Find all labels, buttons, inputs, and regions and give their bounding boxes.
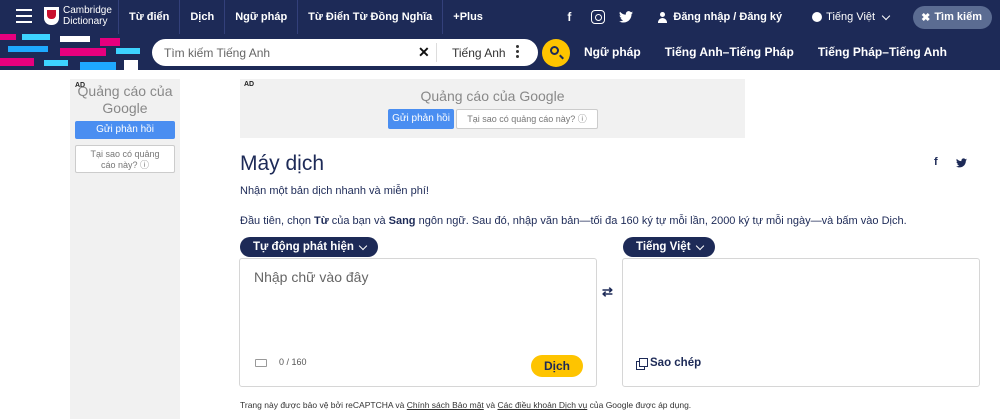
twitter-icon[interactable]: [619, 11, 634, 23]
share-facebook-icon[interactable]: f: [934, 156, 938, 168]
top-navbar: Cambridge Dictionary Từ điển Dịch Ngữ ph…: [0, 0, 1000, 34]
search-bar-area: ✕ Tiếng Anh Ngữ pháp Tiếng Anh–Tiếng Phá…: [0, 34, 1000, 70]
ad-why-button[interactable]: Tại sao có quảng cáo này? ⓘ: [456, 109, 598, 129]
nav-plus[interactable]: +Plus: [442, 0, 493, 34]
top-ad-panel: AD Quảng cáo của Google Gửi phản hồi Tại…: [240, 79, 745, 138]
page-title: Máy dịch: [240, 152, 325, 175]
clear-search-icon[interactable]: ✕: [418, 44, 430, 61]
ad-why-button[interactable]: Tại sao có quảng cáo này? ⓘ: [75, 145, 175, 173]
language-selector[interactable]: Tiếng Việt: [812, 11, 891, 23]
source-text-input[interactable]: [240, 259, 596, 339]
link-grammar[interactable]: Ngữ pháp: [584, 45, 641, 59]
ad-feedback-button[interactable]: Gửi phản hồi: [75, 121, 175, 139]
decorative-pattern: [0, 34, 150, 70]
translation-output-panel: Sao chép: [622, 258, 980, 387]
crest-icon: [44, 7, 59, 25]
keyboard-icon[interactable]: [255, 359, 267, 367]
recaptcha-notice: Trang này được bảo vệ bởi reCAPTCHA và C…: [240, 400, 692, 410]
chevron-down-icon: [358, 241, 368, 250]
search-icon: [550, 46, 559, 55]
nav-thesaurus[interactable]: Từ Điển Từ Đồng Nghĩa: [297, 0, 442, 34]
link-french-english[interactable]: Tiếng Pháp–Tiếng Anh: [818, 45, 947, 59]
nav-dictionary[interactable]: Từ điển: [118, 0, 179, 34]
chevron-down-icon: [695, 241, 704, 250]
nav-grammar[interactable]: Ngữ pháp: [224, 0, 297, 34]
facebook-icon[interactable]: f: [555, 10, 583, 24]
user-icon: [657, 11, 668, 23]
source-language-dropdown[interactable]: Tự động phát hiện: [240, 237, 378, 257]
divider: [436, 43, 437, 62]
left-ad-panel: AD Quảng cáo của Google Gửi phản hồi Tại…: [70, 79, 180, 419]
language-label: Tiếng Việt: [826, 11, 876, 23]
swap-languages-icon[interactable]: ⇄: [602, 284, 613, 300]
search-button[interactable]: [542, 39, 570, 67]
translate-button[interactable]: Dịch: [531, 355, 583, 377]
ad-title: Quảng cáo của Google: [77, 83, 173, 116]
copy-icon: [636, 357, 648, 370]
search-box: ✕ Tiếng Anh: [152, 39, 538, 66]
share-twitter-icon[interactable]: [956, 158, 967, 168]
main-nav: Từ điển Dịch Ngữ pháp Từ Điển Từ Đồng Ng…: [118, 0, 493, 34]
ad-feedback-button[interactable]: Gửi phản hồi: [388, 109, 454, 129]
copy-label: Sao chép: [650, 357, 702, 369]
ad-title: Quảng cáo của Google: [420, 88, 565, 104]
chevron-down-icon: [881, 11, 891, 20]
target-language-label: Tiếng Việt: [636, 241, 691, 253]
terms-of-service-link[interactable]: Các điều khoản Dịch vụ: [497, 400, 587, 410]
source-language-label: Tự động phát hiện: [253, 241, 354, 253]
top-search-label: Tìm kiếm: [934, 11, 982, 23]
instructions-text: Đầu tiên, chọn Từ của bạn và Sang ngôn n…: [240, 215, 907, 227]
privacy-policy-link[interactable]: Chính sách Bảo mật: [407, 400, 484, 410]
login-link[interactable]: Đăng nhập / Đăng ký: [657, 11, 782, 23]
copy-button[interactable]: Sao chép: [636, 357, 702, 370]
top-search-button[interactable]: ✖ Tìm kiếm: [913, 5, 992, 29]
menu-icon[interactable]: [16, 9, 32, 23]
source-text-panel: 0 / 160 Dịch: [239, 258, 597, 387]
close-icon: ✖: [921, 11, 931, 24]
dictionary-selector[interactable]: Tiếng Anh: [452, 46, 506, 60]
character-counter: 0 / 160: [279, 357, 307, 367]
nav-translate[interactable]: Dịch: [179, 0, 224, 34]
cambridge-logo[interactable]: Cambridge Dictionary: [44, 5, 112, 27]
instagram-icon[interactable]: [591, 10, 606, 24]
search-input[interactable]: [152, 39, 412, 66]
globe-icon: [812, 12, 823, 22]
more-options-icon[interactable]: [516, 45, 519, 60]
ad-label: AD: [244, 81, 255, 88]
logo-line2: Dictionary: [63, 16, 108, 27]
target-language-dropdown[interactable]: Tiếng Việt: [623, 237, 715, 257]
link-english-french[interactable]: Tiếng Anh–Tiếng Pháp: [665, 45, 794, 59]
logo-line1: Cambridge: [63, 5, 112, 16]
login-label: Đăng nhập / Đăng ký: [673, 11, 783, 23]
intro-text: Nhận một bản dịch nhanh và miễn phí!: [240, 185, 429, 197]
